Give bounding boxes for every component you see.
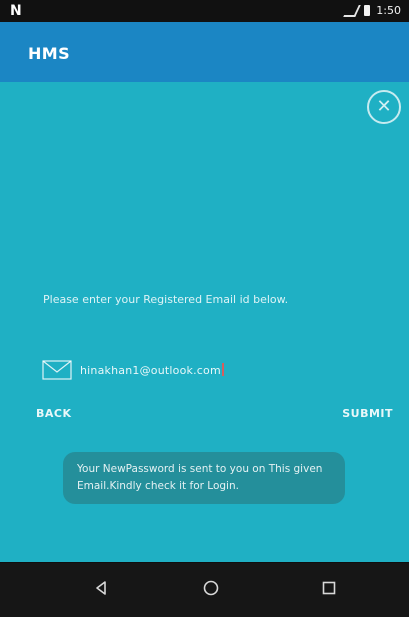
- notification-icon: N: [10, 3, 22, 19]
- home-icon: [202, 579, 220, 601]
- back-button[interactable]: BACK: [36, 407, 72, 420]
- close-button[interactable]: ✕: [367, 90, 401, 124]
- nav-home-button[interactable]: [200, 579, 222, 601]
- app-title: HMS: [28, 44, 71, 63]
- text-cursor: [221, 363, 224, 376]
- app-bar: HMS: [0, 22, 409, 82]
- submit-button[interactable]: SUBMIT: [342, 407, 393, 420]
- instruction-text: Please enter your Registered Email id be…: [43, 293, 289, 306]
- status-icons: 1:50: [343, 4, 401, 17]
- dialog-actions: BACK SUBMIT: [0, 407, 409, 427]
- navigation-bar: [0, 562, 409, 617]
- status-bar: N 1:50: [0, 0, 409, 22]
- battery-icon: [364, 5, 371, 16]
- close-icon: ✕: [376, 96, 392, 117]
- email-field[interactable]: hinakhan1@outlook.com: [42, 357, 362, 383]
- nav-back-button[interactable]: [90, 579, 112, 601]
- nav-recents-button[interactable]: [318, 579, 340, 601]
- mail-icon: [42, 360, 72, 380]
- forgot-password-screen: ✕ Please enter your Registered Email id …: [0, 82, 409, 562]
- back-icon: [92, 579, 110, 601]
- email-value: hinakhan1@outlook.com: [80, 364, 221, 377]
- clock: 1:50: [376, 4, 401, 17]
- email-input[interactable]: hinakhan1@outlook.com: [80, 363, 224, 377]
- recents-icon: [320, 579, 338, 601]
- signal-icon: [343, 4, 362, 17]
- toast-message: Your NewPassword is sent to you on This …: [63, 452, 345, 504]
